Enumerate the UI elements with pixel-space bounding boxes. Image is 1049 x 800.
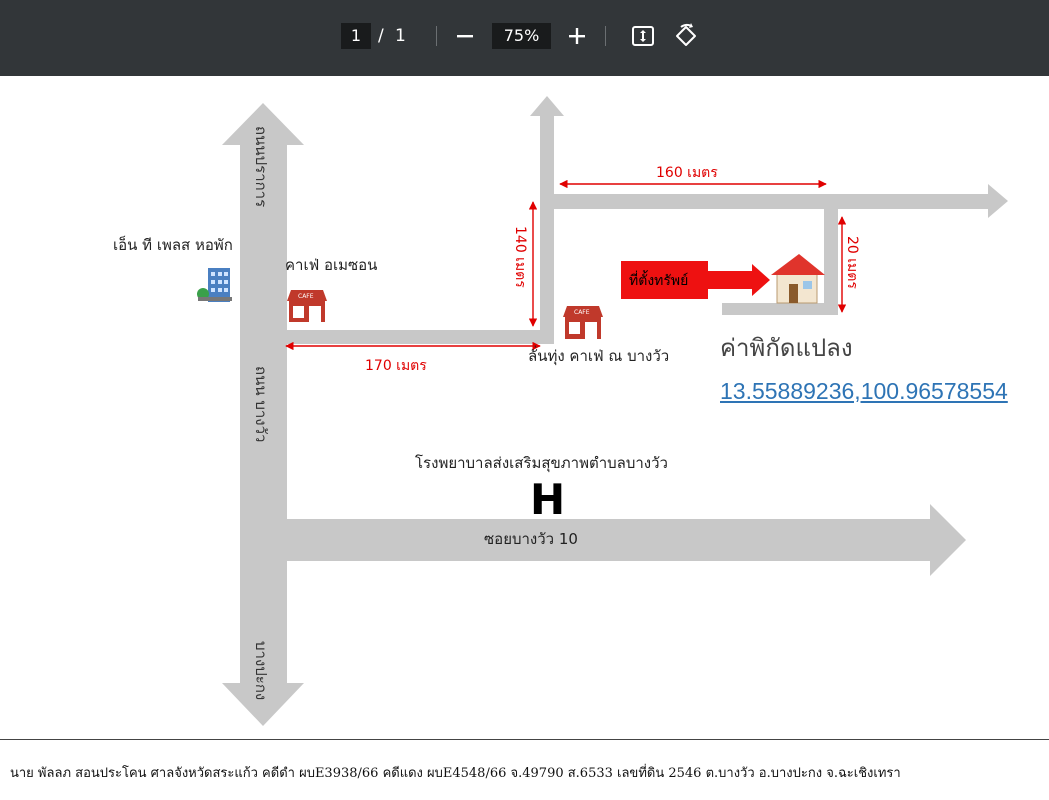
hostel-label: เอ็น ที เพลส หอพัก [113, 235, 233, 254]
distance-label-140: 140 เมตร [512, 226, 528, 288]
hospital-label: โรงพยาบาลส่งเสริมสุขภาพตำบลบางวัว [415, 454, 668, 473]
fit-to-page-button[interactable] [629, 22, 657, 50]
distance-label-20: 20 เมตร [844, 236, 860, 289]
hospital-letter: H [530, 475, 565, 524]
zoom-out-button[interactable] [451, 22, 479, 50]
pdf-toolbar: 1 / 1 75% [0, 0, 1049, 76]
footer-text: นาย พัลลภ สอนประโคน ศาลจังหวัดสระแก้ว คด… [10, 766, 901, 781]
rotate-button[interactable] [672, 22, 700, 50]
property-marker: ที่ตั้งทรัพย์ [621, 261, 770, 299]
road-label-bangpakong: บางปะกง [252, 641, 270, 700]
cafe-amazon-icon: CAFE [287, 290, 327, 322]
toolbar-divider [436, 26, 437, 46]
page-total: 1 [395, 26, 406, 46]
cafe-lantung-label: ลั่นทุ่ง คาเฟ่ ณ บางวัว [528, 345, 669, 366]
coord-heading: ค่าพิกัดแปลง [720, 334, 853, 362]
road-top-horizontal [547, 184, 1008, 218]
cafe-lantung-icon: CAFE [563, 306, 603, 339]
house-icon [771, 254, 825, 304]
map-drawing: ถนนปราการ ถนน บางวัว บางปะกง 170 เมตร 14… [113, 96, 1008, 726]
distance-label-160: 160 เมตร [656, 165, 718, 181]
pdf-page: ถนนปราการ ถนน บางวัว บางปะกง 170 เมตร 14… [0, 76, 1049, 800]
plus-icon [569, 28, 585, 44]
cafe-amazon-label: คาเฟ่ อเมซอน [285, 256, 377, 274]
building-icon [197, 268, 232, 302]
distance-label-170: 170 เมตร [365, 358, 427, 374]
soi-label: ซอยบางวัว 10 [484, 530, 578, 548]
road-to-cafe [284, 330, 554, 344]
road-label-bangwua: ถนน บางวัว [252, 366, 270, 442]
rotate-icon [676, 23, 696, 46]
minus-icon [457, 35, 473, 38]
svg-text:CAFE: CAFE [298, 293, 314, 300]
svg-text:CAFE: CAFE [574, 309, 590, 316]
footer-divider [0, 739, 1049, 740]
road-soi-bangwua-10 [270, 504, 966, 576]
road-property-branch [824, 201, 838, 315]
toolbar-divider [605, 26, 606, 46]
road-upper-vertical [530, 96, 564, 344]
page-separator: / [378, 26, 384, 46]
zoom-in-button[interactable] [563, 22, 591, 50]
fit-page-icon [632, 26, 654, 46]
zoom-level-input[interactable]: 75% [492, 23, 551, 49]
road-property-spur [722, 303, 838, 315]
coordinates-link[interactable]: 13.55889236,100.96578554 [720, 378, 1008, 405]
page-number-input[interactable]: 1 [341, 23, 371, 49]
property-label: ที่ตั้งทรัพย์ [629, 270, 688, 289]
road-label-prakarn: ถนนปราการ [252, 126, 270, 207]
